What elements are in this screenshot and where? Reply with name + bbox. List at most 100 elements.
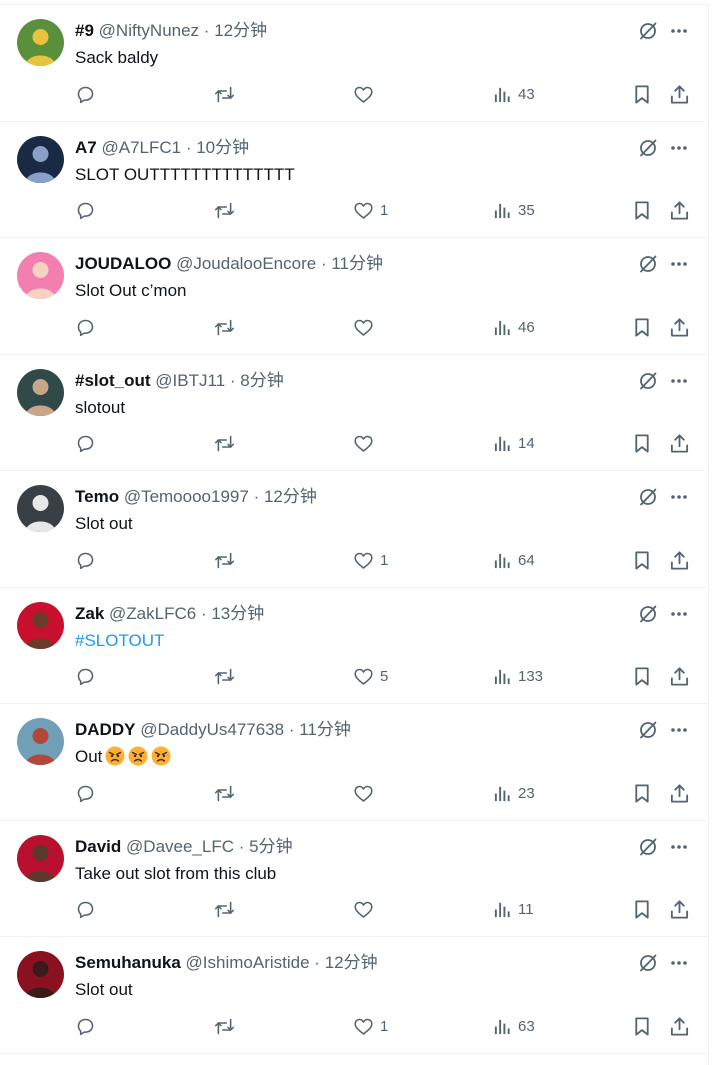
grok-icon[interactable]	[638, 487, 658, 507]
like-button[interactable]: 1	[353, 1015, 388, 1037]
share-button[interactable]	[669, 433, 690, 455]
share-button[interactable]	[669, 899, 690, 921]
views-button[interactable]: 35	[493, 200, 535, 222]
author-handle[interactable]: @DaddyUs477638	[140, 720, 284, 739]
reply-button[interactable]	[75, 1015, 96, 1037]
avatar[interactable]	[17, 834, 64, 882]
bookmark-button[interactable]	[632, 1015, 652, 1037]
post-time[interactable]: 8分钟	[240, 371, 283, 390]
post[interactable]: #slot_out @IBTJ11 · 8分钟 slotout 14	[0, 355, 708, 471]
post-time[interactable]: 11分钟	[299, 720, 351, 739]
repost-button[interactable]	[213, 549, 236, 571]
post-time[interactable]: 12分钟	[264, 487, 317, 506]
avatar[interactable]	[17, 252, 64, 299]
grok-icon[interactable]	[638, 138, 658, 158]
author-name[interactable]: Zak	[75, 604, 104, 623]
like-button[interactable]: 1	[353, 549, 388, 571]
post[interactable]: Semuhanuka @IshimoAristide · 12分钟 Slot o…	[0, 937, 708, 1054]
avatar[interactable]	[17, 368, 64, 416]
views-button[interactable]: 63	[493, 1015, 535, 1037]
share-button[interactable]	[669, 200, 690, 222]
more-icon[interactable]	[670, 954, 688, 972]
bookmark-button[interactable]	[632, 200, 652, 222]
author-handle[interactable]: @Temoooo1997	[124, 487, 249, 506]
author-handle[interactable]: @Davee_LFC	[126, 837, 234, 856]
reply-button[interactable]	[75, 316, 96, 338]
reply-button[interactable]	[75, 899, 96, 921]
post-time[interactable]: 11分钟	[331, 254, 383, 273]
more-icon[interactable]	[670, 372, 688, 390]
share-button[interactable]	[669, 1015, 690, 1037]
author-handle[interactable]: @ZakLFC6	[109, 604, 196, 623]
reply-button[interactable]	[75, 666, 96, 688]
grok-icon[interactable]	[638, 371, 658, 391]
reply-button[interactable]	[75, 433, 96, 455]
post-text-content[interactable]: #SLOTOUT	[75, 631, 164, 650]
post-time[interactable]: 5分钟	[249, 837, 292, 856]
avatar[interactable]	[17, 601, 64, 649]
post[interactable]: #9 @NiftyNunez · 12分钟 Sack baldy 43	[0, 5, 708, 122]
post-time[interactable]: 12分钟	[325, 953, 378, 972]
avatar[interactable]	[17, 19, 64, 66]
post[interactable]: Temo @Temoooo1997 · 12分钟 Slot out 1 64	[0, 471, 708, 588]
like-button[interactable]	[353, 899, 380, 921]
grok-icon[interactable]	[638, 720, 658, 740]
repost-button[interactable]	[213, 899, 236, 921]
like-button[interactable]: 5	[353, 666, 388, 688]
repost-button[interactable]	[213, 666, 236, 688]
repost-button[interactable]	[213, 782, 236, 804]
more-icon[interactable]	[670, 255, 688, 273]
like-button[interactable]	[353, 433, 380, 455]
grok-icon[interactable]	[638, 254, 658, 274]
post[interactable]: Zak @ZakLFC6 · 13分钟 #SLOTOUT 5 133	[0, 588, 708, 704]
repost-button[interactable]	[213, 200, 236, 222]
reply-button[interactable]	[75, 83, 96, 105]
more-icon[interactable]	[670, 838, 688, 856]
bookmark-button[interactable]	[632, 433, 652, 455]
author-handle[interactable]: @IBTJ11	[155, 371, 225, 390]
post[interactable]: David @Davee_LFC · 5分钟 Take out slot fro…	[0, 821, 708, 937]
post-time[interactable]: 10分钟	[196, 138, 249, 157]
share-button[interactable]	[669, 316, 690, 338]
grok-icon[interactable]	[638, 837, 658, 857]
grok-icon[interactable]	[638, 953, 658, 973]
author-name[interactable]: Temo	[75, 487, 119, 506]
views-button[interactable]: 46	[493, 316, 535, 338]
reply-button[interactable]	[75, 200, 96, 222]
repost-button[interactable]	[213, 83, 236, 105]
reply-button[interactable]	[75, 549, 96, 571]
author-name[interactable]: JOUDALOO	[75, 254, 171, 273]
grok-icon[interactable]	[638, 604, 658, 624]
author-handle[interactable]: @A7LFC1	[101, 138, 181, 157]
author-name[interactable]: A7	[75, 138, 97, 157]
share-button[interactable]	[669, 782, 690, 804]
more-icon[interactable]	[670, 605, 688, 623]
reply-button[interactable]	[75, 782, 96, 804]
more-icon[interactable]	[670, 721, 688, 739]
share-button[interactable]	[669, 83, 690, 105]
avatar[interactable]	[17, 718, 64, 765]
share-button[interactable]	[669, 549, 690, 571]
repost-button[interactable]	[213, 1015, 236, 1037]
grok-icon[interactable]	[638, 21, 658, 41]
bookmark-button[interactable]	[632, 549, 652, 571]
views-button[interactable]: 14	[493, 433, 535, 455]
like-button[interactable]	[353, 316, 380, 338]
avatar[interactable]	[17, 951, 64, 998]
like-button[interactable]: 1	[353, 200, 388, 222]
author-name[interactable]: David	[75, 837, 121, 856]
post-time[interactable]: 12分钟	[214, 21, 267, 40]
author-handle[interactable]: @JoudalooEncore	[176, 254, 316, 273]
like-button[interactable]	[353, 782, 380, 804]
author-name[interactable]: #9	[75, 21, 94, 40]
bookmark-button[interactable]	[632, 782, 652, 804]
more-icon[interactable]	[670, 22, 688, 40]
post[interactable]: DADDY @DaddyUs477638 · 11分钟 Out 23	[0, 704, 708, 821]
repost-button[interactable]	[213, 316, 236, 338]
avatar[interactable]	[17, 135, 64, 183]
author-handle[interactable]: @NiftyNunez	[99, 21, 199, 40]
post-time[interactable]: 13分钟	[211, 604, 264, 623]
bookmark-button[interactable]	[632, 83, 652, 105]
more-icon[interactable]	[670, 488, 688, 506]
views-button[interactable]: 23	[493, 782, 535, 804]
